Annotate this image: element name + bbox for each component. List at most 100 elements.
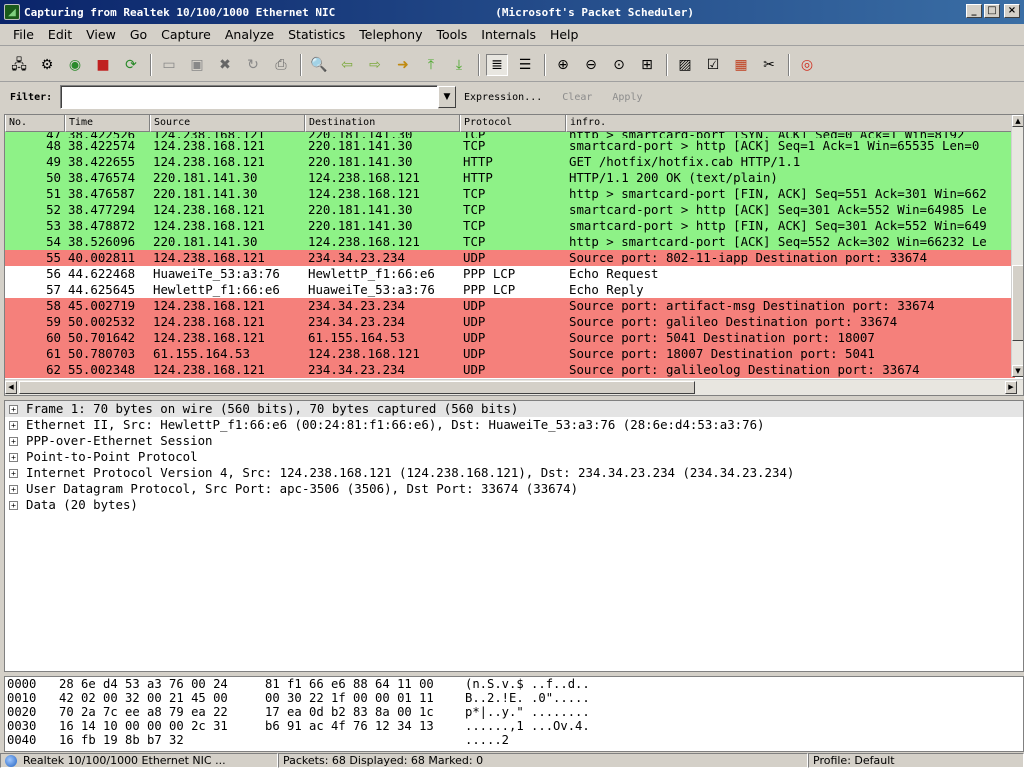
display-filters-icon[interactable]: ☑ [702,54,724,76]
scroll-right-icon[interactable]: ▶ [1005,381,1017,394]
resize-columns-icon[interactable]: ⊞ [636,54,658,76]
coloring-rules-icon[interactable]: ▦ [730,54,752,76]
expand-icon[interactable]: + [9,468,18,478]
packet-list-hscrollbar[interactable]: ◀ ▶ [5,379,1023,395]
packet-row[interactable]: 60 50.701642 124.238.168.121 61.155.164.53 U… [5,330,1015,346]
column-header-no[interactable]: No. [5,115,65,132]
help-icon[interactable]: ◎ [796,54,818,76]
start-icon[interactable]: ◉ [64,54,86,76]
status-profile[interactable]: Profile: Default [808,753,1024,768]
expression-button[interactable]: Expression... [464,92,542,103]
scroll-down-icon[interactable]: ▼ [1012,365,1023,377]
expand-icon[interactable]: + [9,500,18,510]
menu-capture[interactable]: Capture [154,27,218,42]
restart-icon[interactable]: ⟳ [120,54,142,76]
packet-row[interactable]: 50 38.476574 220.181.141.30 124.238.168.121… [5,170,1015,186]
menu-view[interactable]: View [79,27,123,42]
packet-row[interactable]: 54 38.526096 220.181.141.30 124.238.168.121… [5,234,1015,250]
packet-cell-src: 220.181.141.30 [153,186,258,201]
minimize-icon[interactable]: _ [966,4,982,18]
preferences-icon[interactable]: ✂ [758,54,780,76]
back-icon[interactable]: ⇦ [336,54,358,76]
packet-cell-time: 38.477294 [68,202,136,217]
last-icon[interactable]: ⤓ [448,54,470,76]
filter-dropdown-icon[interactable]: ▼ [438,86,456,108]
menu-help[interactable]: Help [543,27,586,42]
zoom-in-icon[interactable]: ⊕ [552,54,574,76]
goto-icon[interactable]: ➜ [392,54,414,76]
packet-row[interactable]: 62 55.002348 124.238.168.121 234.34.23.234 U… [5,362,1015,378]
maximize-icon[interactable]: □ [984,4,1000,18]
packet-row[interactable]: 48 38.422574 124.238.168.121 220.181.141.30… [5,138,1015,154]
expand-icon[interactable]: + [9,420,18,430]
packet-list-vscrollbar[interactable]: ▲ ▼ [1011,115,1023,377]
apply-button[interactable]: Apply [612,92,642,103]
detail-tree-item[interactable]: + PPP-over-Ethernet Session [5,433,1023,449]
packet-row[interactable]: 55 40.002811 124.238.168.121 234.34.23.234 U… [5,250,1015,266]
capture-filters-icon[interactable]: ▨ [674,54,696,76]
menu-internals[interactable]: Internals [474,27,543,42]
packet-row[interactable]: 49 38.422655 124.238.168.121 220.181.141.30… [5,154,1015,170]
interfaces-icon[interactable]: 🖧 [8,54,30,76]
menu-statistics[interactable]: Statistics [281,27,352,42]
reload-icon[interactable]: ↻ [242,54,264,76]
open-icon[interactable]: ▭ [158,54,180,76]
print-icon[interactable]: ⎙ [270,54,292,76]
zoom-normal-icon[interactable]: ⊙ [608,54,630,76]
close-window-icon[interactable]: × [1004,4,1020,18]
expand-icon[interactable]: + [9,484,18,494]
save-icon[interactable]: ▣ [186,54,208,76]
status-interface[interactable]: Realtek 10/100/1000 Ethernet NIC ... [0,753,278,768]
column-header-source[interactable]: Source [150,115,305,132]
packet-cell-dst: 124.238.168.121 [308,234,420,249]
packet-cell-src: 124.238.168.121 [153,362,265,377]
menu-telephony[interactable]: Telephony [352,27,429,42]
expand-icon[interactable]: + [9,404,18,414]
menu-go[interactable]: Go [123,27,154,42]
autoscroll-icon[interactable]: ☰ [514,54,536,76]
packet-row[interactable]: 57 44.625645 HewlettP_f1:66:e6 HuaweiTe_53:… [5,282,1015,298]
detail-tree-item[interactable]: + Ethernet II, Src: HewlettP_f1:66:e6 (00… [5,417,1023,433]
packet-row[interactable]: 61 50.780703 61.155.164.53 124.238.168.121 U… [5,346,1015,362]
packet-cell-info: smartcard-port > http [ACK] Seq=1 Ack=1 … [569,138,980,153]
packet-cell-src: 124.238.168.121 [153,298,265,313]
detail-tree-item[interactable]: + Data (20 bytes) [5,497,1023,513]
hex-asc: B..2.!E. .0"..... [465,691,590,705]
hscroll-thumb[interactable] [19,381,695,394]
colorize-icon[interactable]: ≣ [486,53,508,76]
packet-row[interactable]: 58 45.002719 124.238.168.121 234.34.23.234 U… [5,298,1015,314]
menu-file[interactable]: File [6,27,41,42]
detail-tree-item[interactable]: + Internet Protocol Version 4, Src: 124.2… [5,465,1023,481]
forward-icon[interactable]: ⇨ [364,54,386,76]
column-header-time[interactable]: Time [65,115,150,132]
detail-tree-item[interactable]: + Point-to-Point Protocol [5,449,1023,465]
packet-cell-info: Source port: 18007 Destination port: 504… [569,346,875,361]
filter-input[interactable] [60,85,438,109]
menu-analyze[interactable]: Analyze [218,27,281,42]
detail-tree-item[interactable]: + User Datagram Protocol, Src Port: apc-3… [5,481,1023,497]
packet-row[interactable]: 59 50.002532 124.238.168.121 234.34.23.234 U… [5,314,1015,330]
scroll-left-icon[interactable]: ◀ [5,381,17,394]
packet-row[interactable]: 53 38.478872 124.238.168.121 220.181.141.30… [5,218,1015,234]
detail-tree-item[interactable]: + Frame 1: 70 bytes on wire (560 bits), 7… [5,401,1023,417]
column-header-info[interactable]: infro. [566,115,1015,132]
column-header-protocol[interactable]: Protocol [460,115,566,132]
menu-edit[interactable]: Edit [41,27,79,42]
packet-row[interactable]: 52 38.477294 124.238.168.121 220.181.141.30… [5,202,1015,218]
expert-info-icon[interactable] [5,755,17,767]
vscroll-thumb[interactable] [1012,265,1023,341]
column-header-destination[interactable]: Destination [305,115,460,132]
packet-row[interactable]: 51 38.476587 220.181.141.30 124.238.168.121… [5,186,1015,202]
close-icon[interactable]: ✖ [214,54,236,76]
find-icon[interactable]: 🔍 [308,54,330,76]
packet-row[interactable]: 56 44.622468 HuaweiTe_53:a3:76 HewlettP_f1:… [5,266,1015,282]
options-icon[interactable]: ⚙ [36,54,58,76]
menu-tools[interactable]: Tools [429,27,474,42]
clear-button[interactable]: Clear [562,92,592,103]
scroll-up-icon[interactable]: ▲ [1012,115,1023,127]
zoom-out-icon[interactable]: ⊖ [580,54,602,76]
first-icon[interactable]: ⤒ [420,54,442,76]
expand-icon[interactable]: + [9,436,18,446]
stop-icon[interactable]: ■ [92,54,114,76]
expand-icon[interactable]: + [9,452,18,462]
